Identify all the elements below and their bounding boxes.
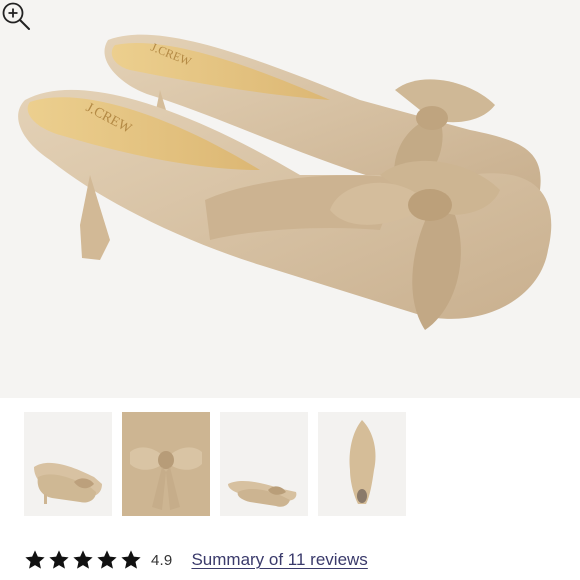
thumbnail-sole-view[interactable] [318, 412, 406, 516]
thumbnail-bow-top-view[interactable] [122, 412, 210, 516]
thumbnail-pair-small-view[interactable] [220, 412, 308, 516]
rating-score: 4.9 [151, 551, 173, 569]
star-icon [49, 550, 69, 569]
star-icon [121, 550, 141, 569]
thumbnail-image [122, 412, 210, 516]
thumbnail-pair-side-view[interactable] [24, 412, 112, 516]
thumbnail-image [349, 420, 376, 504]
image-thumbnail-strip [24, 412, 544, 524]
zoom-in-icon[interactable] [0, 0, 32, 32]
shoe-pair-illustration: J.CREW J.CREW [18, 34, 552, 330]
product-rating: 4.9 Summary of 11 reviews [24, 545, 564, 575]
star-icon [97, 550, 117, 569]
star-rating [24, 549, 142, 571]
thumbnail-image [228, 481, 297, 507]
product-main-image[interactable]: J.CREW J.CREW [0, 0, 580, 398]
thumbnail-image [34, 462, 102, 504]
reviews-summary-link[interactable]: Summary of 11 reviews [191, 550, 367, 570]
star-icon [25, 550, 45, 569]
star-icon [73, 550, 93, 569]
